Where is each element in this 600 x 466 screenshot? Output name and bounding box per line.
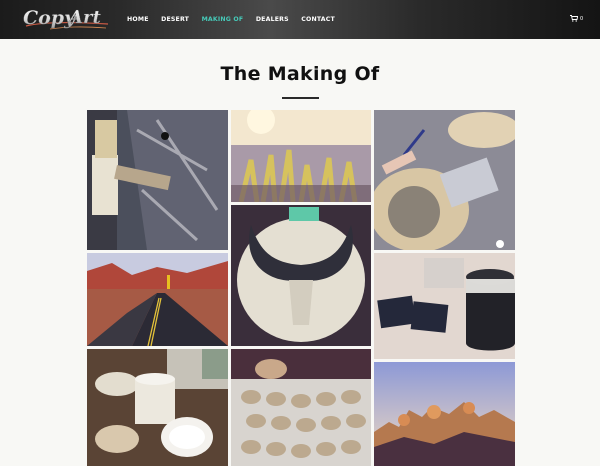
gallery-photo-engraving[interactable] bbox=[374, 110, 515, 250]
cards-icon bbox=[374, 253, 515, 359]
engraving-icon bbox=[374, 110, 515, 250]
gallery-photo-cactus[interactable] bbox=[231, 110, 371, 202]
top-navigation-bar: Copy Art HOME DESERT MAKING OF DEALERS C… bbox=[0, 0, 600, 39]
cart-count: 0 bbox=[580, 15, 584, 22]
title-divider bbox=[282, 97, 319, 99]
gallery-photo-rocks[interactable] bbox=[374, 362, 515, 466]
nav-dealers[interactable]: DEALERS bbox=[256, 16, 289, 23]
gallery-photo-skull[interactable] bbox=[231, 205, 371, 346]
road-icon bbox=[87, 253, 228, 346]
jars-icon bbox=[87, 349, 228, 466]
cart-icon bbox=[570, 15, 578, 22]
photo-gallery bbox=[87, 110, 515, 466]
gallery-photo-brush[interactable] bbox=[87, 110, 228, 250]
copy-art-logo[interactable]: Copy Art bbox=[20, 2, 112, 34]
page-title: The Making Of bbox=[220, 63, 380, 85]
nav-contact[interactable]: CONTACT bbox=[301, 16, 335, 23]
gallery-photo-road[interactable] bbox=[87, 253, 228, 346]
page: Copy Art HOME DESERT MAKING OF DEALERS C… bbox=[0, 0, 600, 466]
main-nav: HOME DESERT MAKING OF DEALERS CONTACT bbox=[127, 0, 347, 39]
rocks-icon bbox=[374, 362, 515, 466]
brush-icon bbox=[87, 110, 228, 250]
nav-making-of[interactable]: MAKING OF bbox=[202, 16, 244, 23]
cactus-icon bbox=[231, 110, 371, 202]
skull-icon bbox=[231, 205, 371, 346]
prints-icon bbox=[231, 349, 371, 466]
gallery-photo-prints[interactable] bbox=[231, 349, 371, 466]
cart-button[interactable]: 0 bbox=[570, 15, 583, 22]
gallery-photo-jars[interactable] bbox=[87, 349, 228, 466]
svg-text:Art: Art bbox=[67, 7, 101, 28]
gallery-photo-cards[interactable] bbox=[374, 253, 515, 359]
nav-home[interactable]: HOME bbox=[127, 16, 149, 23]
nav-desert[interactable]: DESERT bbox=[161, 16, 189, 23]
